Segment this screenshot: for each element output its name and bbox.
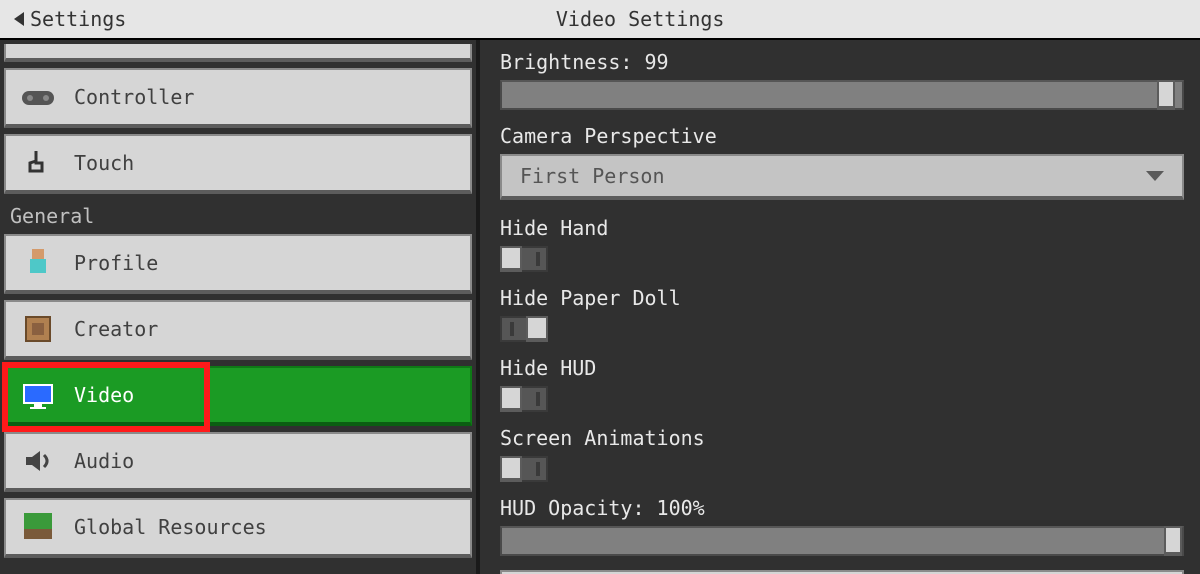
touch-icon — [20, 145, 56, 181]
camera-perspective-label: Camera Perspective — [500, 124, 1184, 148]
sidebar-item-label: Creator — [74, 317, 158, 341]
sidebar-item-keyboard[interactable] — [4, 44, 472, 62]
slider-thumb[interactable] — [1157, 80, 1175, 110]
page-title: Video Settings — [140, 7, 1200, 31]
brightness-slider[interactable] — [500, 80, 1184, 110]
hide-paper-doll-label: Hide Paper Doll — [500, 286, 1184, 310]
controller-icon — [20, 79, 56, 115]
hud-opacity-label: HUD Opacity: 100% — [500, 496, 1184, 520]
back-label: Settings — [30, 7, 126, 31]
chevron-left-icon — [14, 12, 24, 26]
sidebar-item-profile[interactable]: Profile — [4, 234, 472, 294]
sidebar-section-general: General — [4, 200, 472, 234]
keyboard-icon — [20, 44, 56, 58]
audio-icon — [20, 443, 56, 479]
sidebar-item-label: Video — [74, 383, 134, 407]
sidebar-item-label: Profile — [74, 251, 158, 275]
back-button[interactable]: Settings — [0, 0, 140, 38]
change-screen-safe-area-button[interactable]: Change Screen Safe Area — [500, 570, 1184, 574]
content-panel: Brightness: 99 Camera Perspective First … — [480, 40, 1200, 574]
global-resources-icon — [20, 509, 56, 545]
sidebar-item-video[interactable]: Video — [4, 366, 472, 426]
sidebar-item-label: Controller — [74, 85, 194, 109]
sidebar-item-label: Touch — [74, 151, 134, 175]
top-bar: Settings Video Settings — [0, 0, 1200, 40]
main-area: Controller Touch General Profile Creator — [0, 40, 1200, 574]
sidebar-item-controller[interactable]: Controller — [4, 68, 472, 128]
hide-hud-toggle[interactable] — [500, 386, 548, 412]
sidebar: Controller Touch General Profile Creator — [0, 40, 480, 574]
profile-icon — [20, 245, 56, 281]
brightness-label: Brightness: 99 — [500, 50, 1184, 74]
chevron-down-icon — [1146, 171, 1164, 181]
sidebar-item-audio[interactable]: Audio — [4, 432, 472, 492]
sidebar-item-touch[interactable]: Touch — [4, 134, 472, 194]
sidebar-item-creator[interactable]: Creator — [4, 300, 472, 360]
creator-icon — [20, 311, 56, 347]
hide-paper-doll-toggle[interactable] — [500, 316, 548, 342]
video-icon — [20, 377, 56, 413]
sidebar-item-global-resources[interactable]: Global Resources — [4, 498, 472, 558]
hide-hud-label: Hide HUD — [500, 356, 1184, 380]
sidebar-item-label: Audio — [74, 449, 134, 473]
screen-animations-label: Screen Animations — [500, 426, 1184, 450]
sidebar-item-label: Global Resources — [74, 515, 267, 539]
dropdown-value: First Person — [520, 164, 665, 188]
hide-hand-toggle[interactable] — [500, 246, 548, 272]
hide-hand-label: Hide Hand — [500, 216, 1184, 240]
screen-animations-toggle[interactable] — [500, 456, 548, 482]
slider-thumb[interactable] — [1164, 526, 1182, 556]
camera-perspective-dropdown[interactable]: First Person — [500, 154, 1184, 200]
hud-opacity-slider[interactable] — [500, 526, 1184, 556]
